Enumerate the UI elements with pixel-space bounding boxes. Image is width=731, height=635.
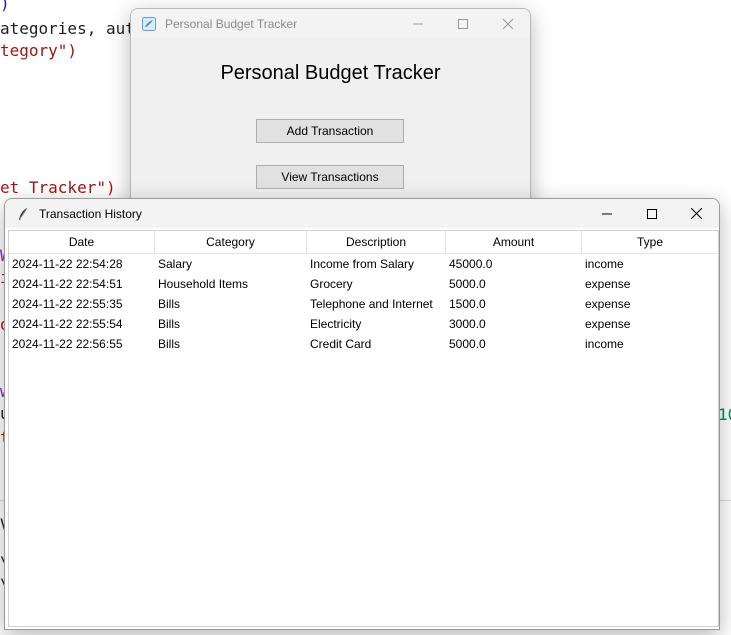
- cell-category: Bills: [158, 317, 181, 331]
- column-header-date[interactable]: Date: [9, 231, 155, 253]
- minimize-icon: [601, 213, 612, 214]
- cell-type: income: [585, 257, 624, 271]
- history-window-title: Transaction History: [39, 206, 142, 221]
- maximize-icon: [457, 18, 468, 29]
- cell-category: Bills: [158, 337, 181, 351]
- maximize-button[interactable]: [440, 9, 485, 38]
- cell-category: Salary: [158, 257, 193, 271]
- cell-type: income: [585, 337, 624, 351]
- code-line: ): [0, 0, 10, 13]
- table-row[interactable]: 2024-11-22 22:55:35 Bills Telephone and …: [9, 294, 718, 314]
- table-row[interactable]: 2024-11-22 22:56:55 Bills Credit Card 50…: [9, 334, 718, 354]
- code-line: tegory"): [0, 41, 78, 60]
- app-feather-icon: [141, 16, 157, 32]
- column-header-type[interactable]: Type: [582, 231, 718, 253]
- column-header-description[interactable]: Description: [307, 231, 446, 253]
- main-window-title: Personal Budget Tracker: [165, 16, 298, 31]
- cell-category: Household Items: [158, 277, 249, 291]
- close-icon: [502, 18, 513, 29]
- main-heading: Personal Budget Tracker: [220, 62, 441, 84]
- cell-description: Credit Card: [310, 337, 372, 351]
- main-window-titlebar[interactable]: Personal Budget Tracker: [131, 9, 530, 38]
- cell-description: Grocery: [310, 277, 353, 291]
- cell-amount: 5000.0: [449, 277, 486, 291]
- table-row[interactable]: 2024-11-22 22:55:54 Bills Electricity 30…: [9, 314, 718, 334]
- cell-amount: 5000.0: [449, 337, 486, 351]
- cell-description: Income from Salary: [310, 257, 415, 271]
- feather-icon: [15, 206, 31, 222]
- view-transactions-button[interactable]: View Transactions: [256, 165, 404, 189]
- close-icon: [691, 208, 702, 219]
- table-row[interactable]: 2024-11-22 22:54:28 Salary Income from S…: [9, 254, 718, 274]
- close-button[interactable]: [485, 9, 530, 38]
- maximize-button[interactable]: [629, 199, 674, 228]
- cell-date: 2024-11-22 22:55:54: [12, 317, 123, 331]
- cell-date: 2024-11-22 22:56:55: [12, 337, 123, 351]
- cell-amount: 3000.0: [449, 317, 486, 331]
- cell-date: 2024-11-22 22:54:28: [12, 257, 123, 271]
- maximize-icon: [646, 208, 657, 219]
- cell-type: expense: [585, 297, 631, 311]
- cell-type: expense: [585, 277, 631, 291]
- table-row[interactable]: 2024-11-22 22:54:51 Household Items Groc…: [9, 274, 718, 294]
- minimize-button[interactable]: [395, 9, 440, 38]
- cell-description: Telephone and Internet: [310, 297, 433, 311]
- code-line: et Tracker"): [0, 178, 116, 197]
- cell-type: expense: [585, 317, 631, 331]
- minimize-icon: [412, 23, 423, 24]
- transactions-table[interactable]: Date Category Description Amount Type 20…: [8, 230, 719, 627]
- column-header-amount[interactable]: Amount: [446, 231, 582, 253]
- table-header: Date Category Description Amount Type: [9, 231, 718, 254]
- transaction-history-window: Transaction History Date Category Descri…: [4, 198, 720, 630]
- cell-category: Bills: [158, 297, 181, 311]
- column-header-category[interactable]: Category: [155, 231, 307, 253]
- add-transaction-button[interactable]: Add Transaction: [256, 119, 404, 143]
- cell-date: 2024-11-22 22:54:51: [12, 277, 123, 291]
- history-window-titlebar[interactable]: Transaction History: [5, 199, 719, 228]
- close-button[interactable]: [674, 199, 719, 228]
- cell-description: Electricity: [310, 317, 362, 331]
- minimize-button[interactable]: [584, 199, 629, 228]
- cell-date: 2024-11-22 22:55:35: [12, 297, 123, 311]
- cell-amount: 1500.0: [449, 297, 486, 311]
- code-line: ategories, auto: [0, 19, 145, 38]
- cell-amount: 45000.0: [449, 257, 493, 271]
